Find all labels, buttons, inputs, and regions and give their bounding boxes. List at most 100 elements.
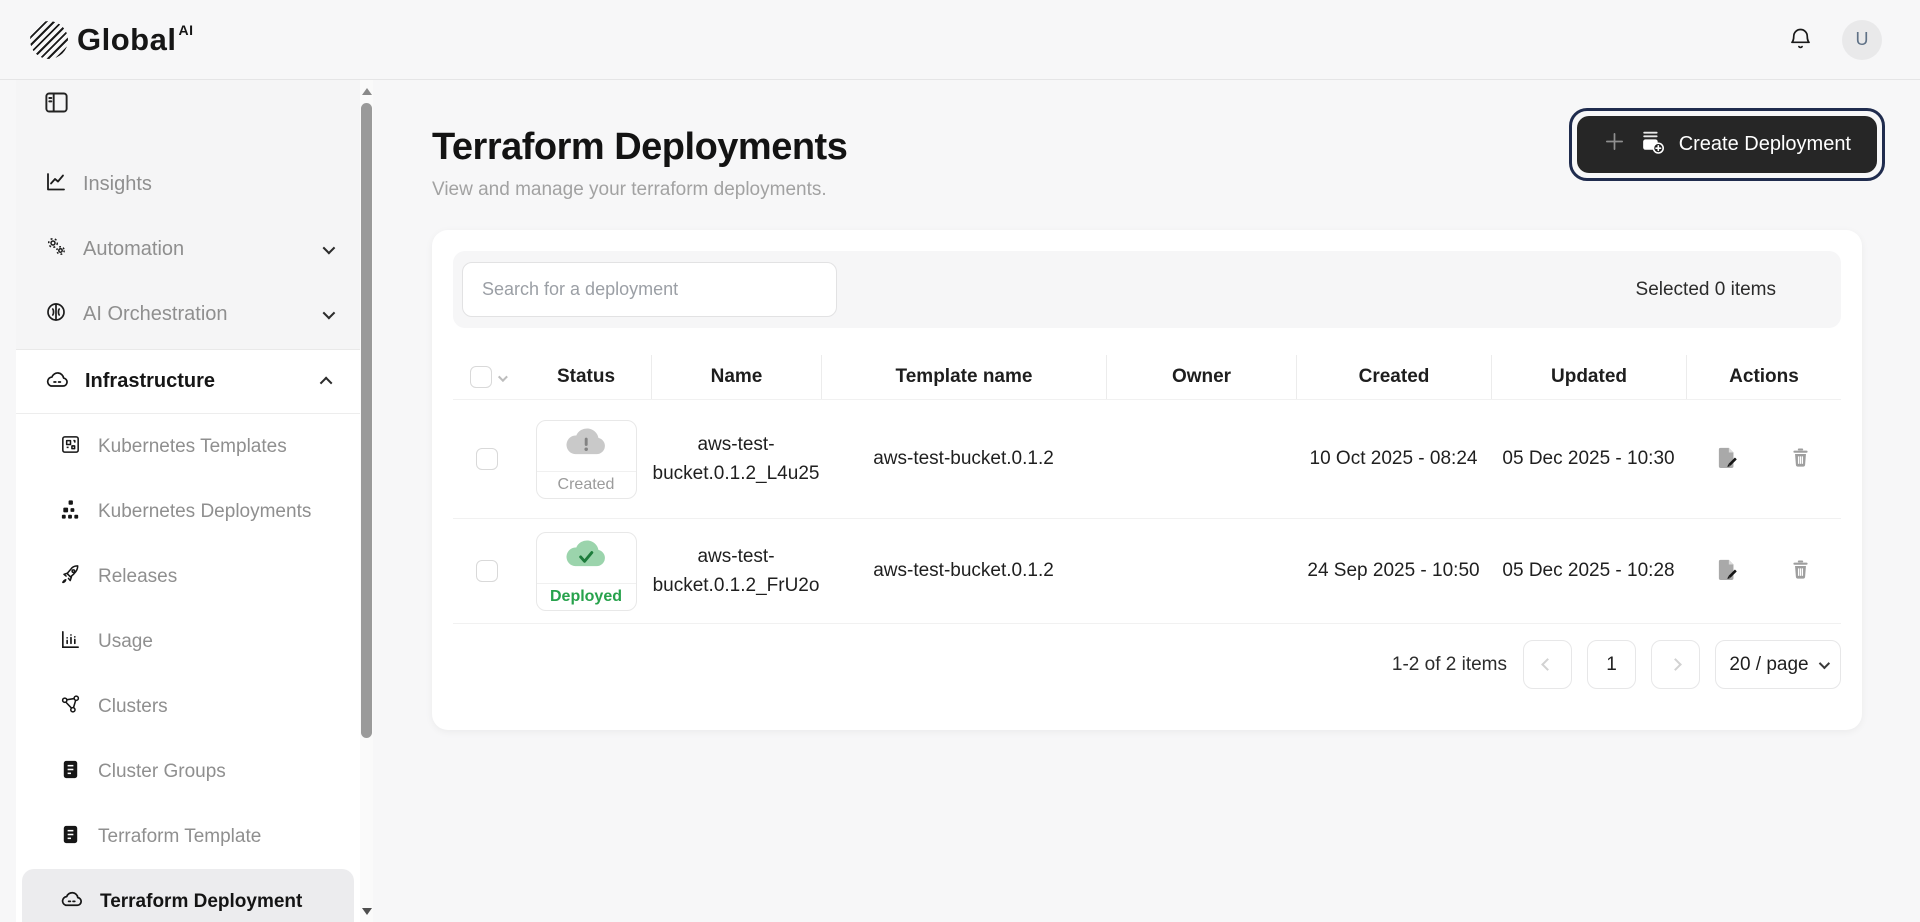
sidebar-item-kubernetes-deployments[interactable]: Kubernetes Deployments bbox=[22, 479, 354, 544]
cloud-exclamation-icon bbox=[564, 426, 608, 465]
edit-document-pencil-icon bbox=[1715, 446, 1739, 473]
sidebar-toggle-button[interactable] bbox=[43, 89, 70, 119]
brand-superscript: AI bbox=[178, 22, 193, 38]
template-name: aws-test-bucket.0.1.2 bbox=[821, 519, 1106, 623]
chevron-down-icon bbox=[323, 306, 332, 324]
select-all-checkbox[interactable] bbox=[470, 366, 492, 388]
sidebar-item-releases[interactable]: Releases bbox=[22, 544, 354, 609]
edit-button[interactable] bbox=[1715, 558, 1739, 585]
previous-page-button[interactable] bbox=[1523, 640, 1572, 689]
sidebar-item-insights[interactable]: Insights bbox=[16, 152, 360, 217]
sidebar-item-terraform-template[interactable]: Terraform Template bbox=[22, 804, 354, 869]
scrollbar-down-arrow[interactable] bbox=[360, 904, 373, 918]
notifications-button[interactable] bbox=[1787, 25, 1814, 55]
sidebar-item-kubernetes-templates[interactable]: Kubernetes Templates bbox=[22, 414, 354, 479]
column-header-updated: Updated bbox=[1491, 355, 1686, 399]
current-page-button[interactable]: 1 bbox=[1587, 640, 1636, 689]
table-header: Status Name Template name Owner Created … bbox=[453, 355, 1841, 400]
pagination-summary: 1-2 of 2 items bbox=[1392, 654, 1507, 676]
scrollbar-thumb[interactable] bbox=[361, 103, 372, 738]
page-size-label: 20 / page bbox=[1729, 654, 1808, 676]
column-header-status: Status bbox=[521, 355, 651, 399]
status-label: Deployed bbox=[537, 583, 636, 610]
sidebar-item-label: Insights bbox=[83, 173, 152, 196]
pagination: 1-2 of 2 items 1 20 / page bbox=[453, 640, 1841, 689]
trash-icon bbox=[1789, 446, 1812, 472]
select-options-chevron-icon[interactable] bbox=[498, 366, 505, 388]
sidebar-item-label: Clusters bbox=[98, 696, 168, 718]
row-checkbox[interactable] bbox=[476, 448, 498, 470]
sidebar-item-label: Releases bbox=[98, 566, 177, 588]
line-chart-icon bbox=[44, 170, 68, 199]
sidebar-item-cluster-groups[interactable]: Cluster Groups bbox=[22, 739, 354, 804]
create-deployment-label: Create Deployment bbox=[1679, 133, 1851, 156]
hierarchy-squares-icon bbox=[59, 498, 82, 526]
sidebar: Insights Automation AI Orchestration bbox=[16, 80, 360, 922]
sidebar-item-label: Terraform Deployment bbox=[100, 891, 302, 913]
create-deployment-button[interactable]: Create Deployment bbox=[1577, 116, 1877, 173]
sidebar-item-infrastructure[interactable]: Infrastructure bbox=[16, 350, 360, 414]
chevron-down-icon bbox=[323, 241, 332, 259]
create-deployment-focus-ring: Create Deployment bbox=[1569, 108, 1885, 181]
edit-button[interactable] bbox=[1715, 446, 1739, 473]
sidebar-item-automation[interactable]: Automation bbox=[16, 217, 360, 282]
sidebar-item-label: Kubernetes Templates bbox=[98, 436, 287, 458]
status-badge: Created bbox=[536, 420, 637, 499]
column-header-template-name: Template name bbox=[821, 355, 1106, 399]
edit-document-pencil-icon bbox=[1715, 558, 1739, 585]
sidebar-item-label: Automation bbox=[83, 238, 184, 261]
brand-name: Global bbox=[77, 22, 176, 57]
owner bbox=[1106, 519, 1296, 623]
sidebar-item-usage[interactable]: Usage bbox=[22, 609, 354, 674]
delete-button[interactable] bbox=[1789, 558, 1812, 584]
status-label: Created bbox=[537, 471, 636, 498]
gears-icon bbox=[44, 235, 68, 264]
deployment-name: aws-test-bucket.0.1.2_FrU2o bbox=[651, 519, 821, 623]
sidebar-infrastructure-section: Infrastructure Kubernetes Templates Kube… bbox=[16, 349, 360, 922]
template-frame-icon bbox=[59, 433, 82, 461]
cloud-check-icon bbox=[564, 538, 608, 577]
scrollbar-up-arrow[interactable] bbox=[360, 84, 373, 98]
sidebar-item-clusters[interactable]: Clusters bbox=[22, 674, 354, 739]
top-bar: GlobalAI U bbox=[0, 0, 1920, 80]
brand-logo[interactable]: GlobalAI bbox=[30, 21, 193, 59]
avatar-initial: U bbox=[1856, 29, 1869, 50]
bar-chart-icon bbox=[59, 628, 82, 656]
sidebar-item-label: Usage bbox=[98, 631, 153, 653]
row-checkbox[interactable] bbox=[476, 560, 498, 582]
owner bbox=[1106, 400, 1296, 518]
chevron-right-icon bbox=[1669, 658, 1682, 671]
search-input[interactable] bbox=[462, 262, 837, 317]
sidebar-item-terraform-deployment[interactable]: Terraform Deployment bbox=[22, 869, 354, 922]
brain-icon bbox=[44, 300, 68, 329]
page-size-select[interactable]: 20 / page bbox=[1715, 640, 1841, 689]
next-page-button[interactable] bbox=[1651, 640, 1700, 689]
status-badge: Deployed bbox=[536, 532, 637, 611]
created-date: 24 Sep 2025 - 10:50 bbox=[1296, 519, 1491, 623]
sidebar-scrollbar[interactable] bbox=[360, 80, 373, 922]
sidebar-item-label: Terraform Template bbox=[98, 826, 261, 848]
cloud-icon bbox=[59, 889, 84, 914]
chevron-down-icon bbox=[1818, 657, 1829, 668]
delete-button[interactable] bbox=[1789, 446, 1812, 472]
chevron-up-icon bbox=[323, 373, 332, 391]
updated-date: 05 Dec 2025 - 10:30 bbox=[1491, 400, 1686, 518]
deploy-stack-icon bbox=[1639, 128, 1666, 161]
selected-count: Selected 0 items bbox=[1636, 279, 1776, 301]
sidebar-item-ai-orchestration[interactable]: AI Orchestration bbox=[16, 282, 360, 347]
column-header-name: Name bbox=[651, 355, 821, 399]
deployments-card: Selected 0 items Status Name Template na… bbox=[432, 230, 1862, 730]
sidebar-item-label: Cluster Groups bbox=[98, 761, 226, 783]
column-header-created: Created bbox=[1296, 355, 1491, 399]
updated-date: 05 Dec 2025 - 10:28 bbox=[1491, 519, 1686, 623]
chevron-left-icon bbox=[1541, 658, 1554, 671]
table-row: Deployed aws-test-bucket.0.1.2_FrU2o aws… bbox=[453, 519, 1841, 624]
bell-icon bbox=[1787, 25, 1814, 55]
deployment-name: aws-test-bucket.0.1.2_L4u25 bbox=[651, 400, 821, 518]
sidebar-item-label: AI Orchestration bbox=[83, 303, 228, 326]
document-list-icon bbox=[59, 823, 82, 851]
table-toolbar: Selected 0 items bbox=[453, 251, 1841, 328]
cloud-icon bbox=[44, 369, 70, 395]
user-avatar[interactable]: U bbox=[1842, 20, 1882, 60]
table-row: Created aws-test-bucket.0.1.2_L4u25 aws-… bbox=[453, 400, 1841, 519]
